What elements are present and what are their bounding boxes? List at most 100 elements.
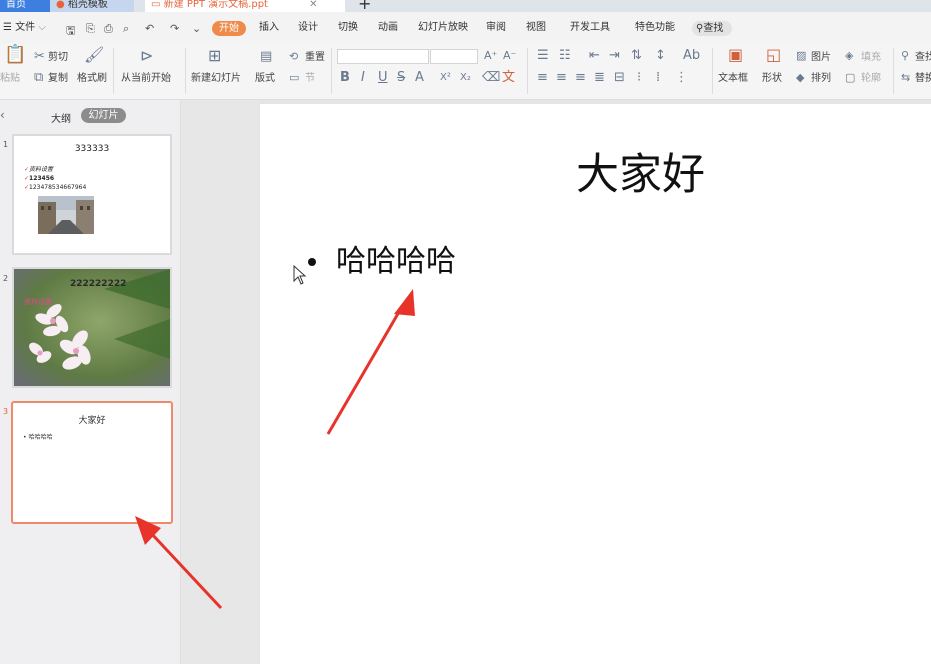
customize-icon[interactable]: ⌄ <box>192 22 201 35</box>
distribute-icon[interactable]: ⊟ <box>614 71 625 85</box>
scissors-icon: ✂ <box>34 49 45 64</box>
copy-icon: ⧉ <box>34 70 44 85</box>
panel-splitter[interactable] <box>181 100 259 664</box>
thumb-line: 123456 <box>29 175 55 182</box>
slide-body-text[interactable]: 哈哈哈哈 <box>336 244 456 280</box>
slide-editor[interactable]: 大家好 哈哈哈哈 <box>260 104 931 664</box>
textbox-button[interactable]: 文本框 <box>718 73 748 85</box>
slide-number: 3 <box>3 407 9 416</box>
reset-button[interactable]: 重置 <box>305 52 325 64</box>
justify-icon[interactable]: ≣ <box>594 71 605 85</box>
subscript-icon[interactable]: X₂ <box>460 71 471 85</box>
phonetic-icon[interactable]: 文 <box>502 71 515 85</box>
arrange-button[interactable]: 排列 <box>811 73 831 85</box>
slides-panel: ‹ 大纲 幻灯片 1 333333 ✓资料设置 ✓123456 ✓1234785… <box>0 100 181 664</box>
print-icon[interactable]: ⎙ <box>104 22 113 36</box>
slide-thumbnail-3[interactable]: 大家好 • 哈哈哈哈 <box>11 401 173 524</box>
replace-button[interactable]: 替换 <box>915 73 931 85</box>
find-button[interactable]: 查找 <box>915 52 931 64</box>
slide-thumbnail-2[interactable]: 222222222 资料设置 <box>12 267 172 388</box>
new-slide-button[interactable]: 新建幻灯片 <box>191 73 241 85</box>
columns-icon[interactable]: ⁝ <box>637 71 641 85</box>
shape-button[interactable]: 形状 <box>762 73 782 85</box>
chevron-down-icon: ⌵ <box>38 22 46 33</box>
text-direction-icon[interactable]: ⇅ <box>631 49 642 63</box>
decrease-font-icon[interactable]: A⁻ <box>503 49 516 63</box>
paragraph-icon[interactable]: ⁞ <box>656 71 660 85</box>
superscript-icon[interactable]: X² <box>440 71 451 85</box>
undo-icon[interactable]: ↶ <box>145 22 154 35</box>
bullet-dot <box>308 258 316 266</box>
menu-transition[interactable]: 切换 <box>338 12 358 44</box>
format-painter-icon[interactable]: 🖌 <box>84 47 104 63</box>
file-menu[interactable]: ☰ 文件 ⌵ <box>3 12 46 44</box>
align-center-icon[interactable]: ≡ <box>556 71 567 85</box>
underline-icon[interactable]: U <box>378 71 388 85</box>
tab-outline[interactable]: 大纲 <box>51 110 71 125</box>
menu-review[interactable]: 审阅 <box>486 12 506 44</box>
tab-slides[interactable]: 幻灯片 <box>81 108 126 123</box>
bold-icon[interactable]: B <box>340 71 350 85</box>
menu-slideshow[interactable]: 幻灯片放映 <box>418 12 468 44</box>
new-slide-icon[interactable]: ⊞ <box>208 48 221 64</box>
export-icon[interactable]: ⎘ <box>86 22 95 36</box>
strikethrough-icon[interactable]: S <box>397 71 405 85</box>
tab-document[interactable]: ▭ 新建 PPT 演示文稿.ppt ✕ <box>145 0 345 12</box>
slide-thumbnail-1[interactable]: 333333 ✓资料设置 ✓123456 ✓123478534667964 <box>12 134 172 255</box>
menu-view[interactable]: 视图 <box>526 12 546 44</box>
paste-icon[interactable]: 📋 <box>4 46 26 64</box>
picture-button[interactable]: 图片 <box>811 52 831 64</box>
slide-title[interactable]: 大家好 <box>576 150 705 200</box>
fill-button[interactable]: 填充 <box>861 52 881 64</box>
tab-template[interactable]: ● 稻壳模板 <box>50 0 134 12</box>
redo-icon[interactable]: ↷ <box>170 22 179 35</box>
thumb-subtitle: 资料设置 <box>24 298 52 306</box>
align-left-icon[interactable]: ≡ <box>537 71 548 85</box>
italic-icon[interactable]: I <box>361 71 365 85</box>
font-family-select[interactable] <box>337 49 429 64</box>
font-size-select[interactable] <box>430 49 478 64</box>
play-icon[interactable]: ⊳ <box>140 48 153 64</box>
copy-button[interactable]: 复制 <box>48 73 68 85</box>
menu-design[interactable]: 设计 <box>298 12 318 44</box>
font-color-icon[interactable]: A <box>415 71 424 85</box>
clear-format-icon[interactable]: ⌫ <box>482 71 500 85</box>
section-button[interactable]: 节 <box>305 73 315 85</box>
textbox-icon[interactable]: ▣ <box>728 47 743 63</box>
file-menu-label: 文件 <box>15 22 36 33</box>
text-effect-icon[interactable]: Ab <box>683 49 700 63</box>
layout-icon[interactable]: ▤ <box>260 50 272 64</box>
line-spacing-icon[interactable]: ↕ <box>655 49 666 63</box>
save-icon[interactable]: 🖫 <box>66 22 75 41</box>
shape-icon[interactable]: ◱ <box>766 47 781 63</box>
increase-font-icon[interactable]: A⁺ <box>484 49 497 63</box>
tab-close-icon[interactable]: ✕ <box>309 0 317 10</box>
panel-collapse-icon[interactable]: ‹ <box>0 108 5 122</box>
cut-button[interactable]: 剪切 <box>48 52 68 64</box>
decrease-indent-icon[interactable]: ⇤ <box>589 49 600 63</box>
menu-animation[interactable]: 动画 <box>378 12 398 44</box>
align-right-icon[interactable]: ≡ <box>575 71 586 85</box>
layout-button[interactable]: 版式 <box>255 73 275 85</box>
numbered-list-icon[interactable]: ☷ <box>559 49 571 63</box>
format-painter-button[interactable]: 格式刷 <box>77 73 107 85</box>
convert-smartart-icon[interactable]: ⋮ <box>675 71 688 85</box>
increase-indent-icon[interactable]: ⇥ <box>609 49 620 63</box>
new-tab-button[interactable]: + <box>352 0 372 12</box>
menu-features[interactable]: 特色功能 <box>635 12 675 44</box>
paste-button[interactable]: 粘贴 <box>0 73 20 85</box>
replace-icon: ⇆ <box>901 71 911 84</box>
search-button[interactable]: ⚲查找 <box>692 21 732 36</box>
menu-insert[interactable]: 插入 <box>259 12 279 44</box>
menu-developer[interactable]: 开发工具 <box>570 12 610 44</box>
bullet-list-icon[interactable]: ☰ <box>537 49 549 63</box>
divider <box>113 48 114 94</box>
divider <box>185 48 186 94</box>
picture-icon: ▨ <box>796 49 807 62</box>
from-current-button[interactable]: 从当前开始 <box>121 73 171 85</box>
menu-start[interactable]: 开始 <box>212 21 246 36</box>
ppt-file-icon: ▭ <box>151 0 161 10</box>
outline-button[interactable]: 轮廓 <box>861 73 881 85</box>
tab-home[interactable]: 首页 <box>0 0 50 12</box>
print-preview-icon[interactable]: ⌕ <box>123 22 129 36</box>
